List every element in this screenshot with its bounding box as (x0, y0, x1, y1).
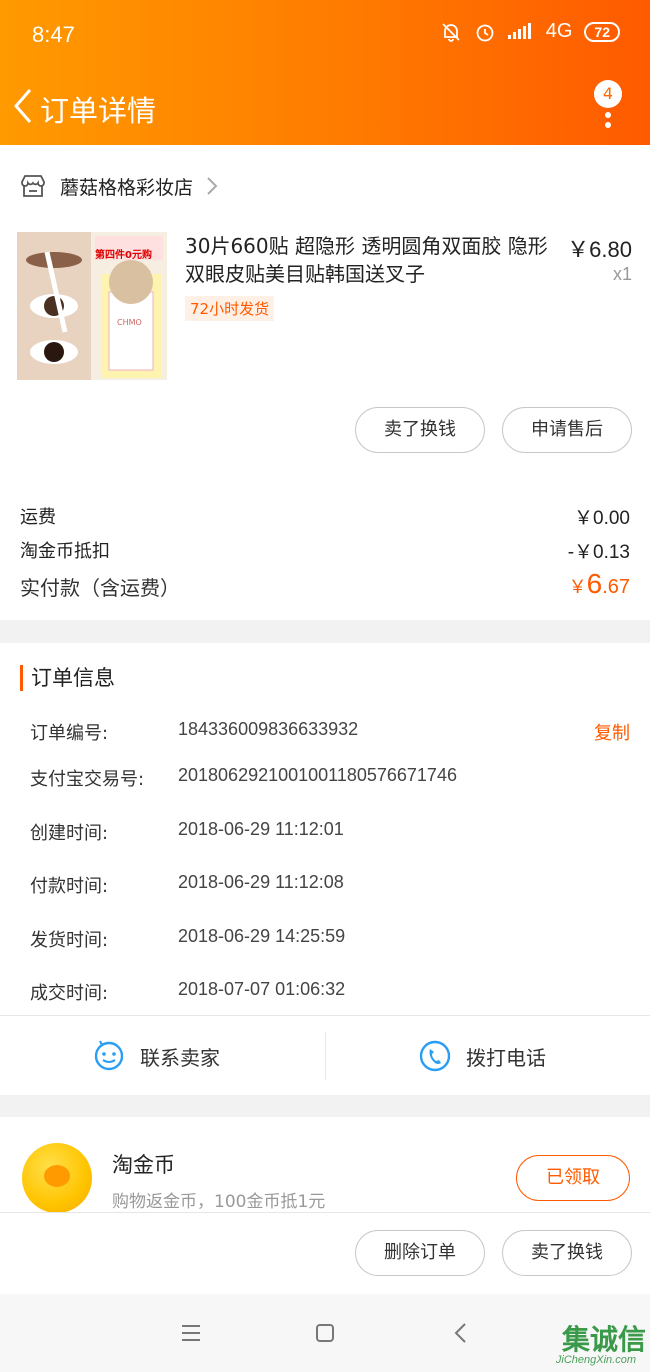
completed-time-label: 成交时间: (30, 983, 109, 1004)
status-time: 8:47 (32, 22, 75, 47)
shipped-time-value: 2018-06-29 14:25:59 (178, 926, 346, 946)
watermark-url: JiChengXin.com (555, 1354, 636, 1366)
shipping-fee-value: ￥0.00 (574, 508, 630, 529)
coin-deduction-value: -￥0.13 (567, 542, 630, 563)
app-header: 8:47 4G 72 订单详情 4 (0, 0, 650, 145)
alipay-trade-value: 2018062921001001180576671746 (178, 765, 457, 785)
completed-time-value: 2018-07-07 01:06:32 (178, 979, 346, 999)
shipping-tag: 72小时发货 (185, 296, 275, 321)
back-button[interactable] (8, 84, 40, 128)
paid-time-label: 付款时间: (30, 876, 109, 897)
product-price: ￥6.80 (567, 237, 632, 262)
status-icons: 4G 72 (440, 20, 620, 43)
product-promo-label: 第四件0元购 (95, 250, 152, 261)
more-menu-button[interactable]: 4 (594, 80, 624, 128)
shipping-fee-label: 运费 (20, 507, 56, 528)
shop-row[interactable]: 蘑菇格格彩妆店 (0, 150, 650, 222)
total-int: 6 (586, 568, 603, 599)
chat-icon (94, 1040, 124, 1071)
contact-divider (325, 1032, 326, 1080)
signal-icon (507, 22, 531, 39)
product-image[interactable]: 第四件0元购 CHMO (17, 232, 167, 380)
after-sale-button[interactable]: 申请售后 (502, 407, 632, 453)
battery-indicator: 72 (584, 21, 620, 42)
total-paid-value: ￥6.67 (569, 568, 630, 600)
shop-name: 蘑菇格格彩妆店 (60, 176, 194, 199)
coin-deduction-label: 淘金币抵扣 (20, 541, 110, 562)
order-info-section: 订单信息 订单编号: 184336009836633932 复制 支付宝交易号:… (0, 643, 650, 1095)
coin-subtitle: 购物返金币，100金币抵1元 (112, 1192, 326, 1212)
coin-title: 淘金币 (112, 1153, 175, 1177)
taojinbi-section: 淘金币 购物返金币，100金币抵1元 已领取 (0, 1117, 650, 1213)
call-phone-button[interactable]: 拨打电话 (418, 1016, 546, 1096)
gold-coin-icon (22, 1143, 92, 1213)
contact-seller-label: 联系卖家 (140, 1045, 220, 1070)
chevron-left-icon (14, 89, 32, 123)
call-phone-label: 拨打电话 (466, 1045, 546, 1070)
network-type: 4G (545, 20, 573, 42)
product-quantity: x1 (612, 264, 632, 284)
copy-order-number-button[interactable]: 复制 (594, 719, 630, 745)
system-nav-bar: 集诚信 JiChengXin.com (0, 1294, 650, 1372)
created-time-label: 创建时间: (30, 823, 109, 844)
shop-icon (21, 175, 45, 197)
home-icon[interactable] (310, 1318, 340, 1348)
order-number-value: 184336009836633932 (178, 719, 359, 739)
claimed-button[interactable]: 已领取 (516, 1155, 630, 1201)
total-dec: .67 (602, 576, 630, 598)
shipped-time-label: 发货时间: (30, 930, 109, 951)
delete-order-button[interactable]: 删除订单 (355, 1230, 485, 1276)
created-time-value: 2018-06-29 11:12:01 (178, 819, 344, 839)
more-dot (605, 122, 611, 128)
coin-face (44, 1165, 70, 1187)
product-brand-label: CHMO (117, 318, 142, 327)
back-nav-icon[interactable] (446, 1318, 476, 1348)
bottom-sell-for-cash-button[interactable]: 卖了换钱 (502, 1230, 632, 1276)
bottom-action-bar: 删除订单 卖了换钱 (0, 1212, 650, 1294)
paid-time-value: 2018-06-29 11:12:08 (178, 872, 344, 892)
chevron-right-icon (207, 177, 218, 195)
order-info-heading: 订单信息 (20, 665, 115, 691)
order-number-label: 订单编号: (30, 723, 109, 744)
contact-seller-button[interactable]: 联系卖家 (92, 1016, 220, 1096)
alipay-trade-label: 支付宝交易号: (30, 769, 145, 790)
total-paid-label: 实付款（含运费） (20, 576, 180, 600)
more-dots-icon (605, 112, 611, 118)
phone-icon (419, 1040, 451, 1072)
sell-for-cash-button[interactable]: 卖了换钱 (355, 407, 485, 453)
mute-bell-icon (442, 22, 460, 42)
product-title[interactable]: 30片660贴 超隐形 透明圆角双面胶 隐形双眼皮贴美目贴韩国送叉子 (185, 232, 560, 288)
contact-bar: 联系卖家 拨打电话 (0, 1015, 650, 1095)
alarm-icon (476, 24, 494, 41)
menu-icon[interactable] (176, 1318, 206, 1348)
notification-badge: 4 (594, 80, 622, 108)
total-currency: ￥ (568, 577, 587, 597)
page-title: 订单详情 (40, 94, 157, 128)
watermark-logo: 集诚信 (561, 1323, 646, 1356)
